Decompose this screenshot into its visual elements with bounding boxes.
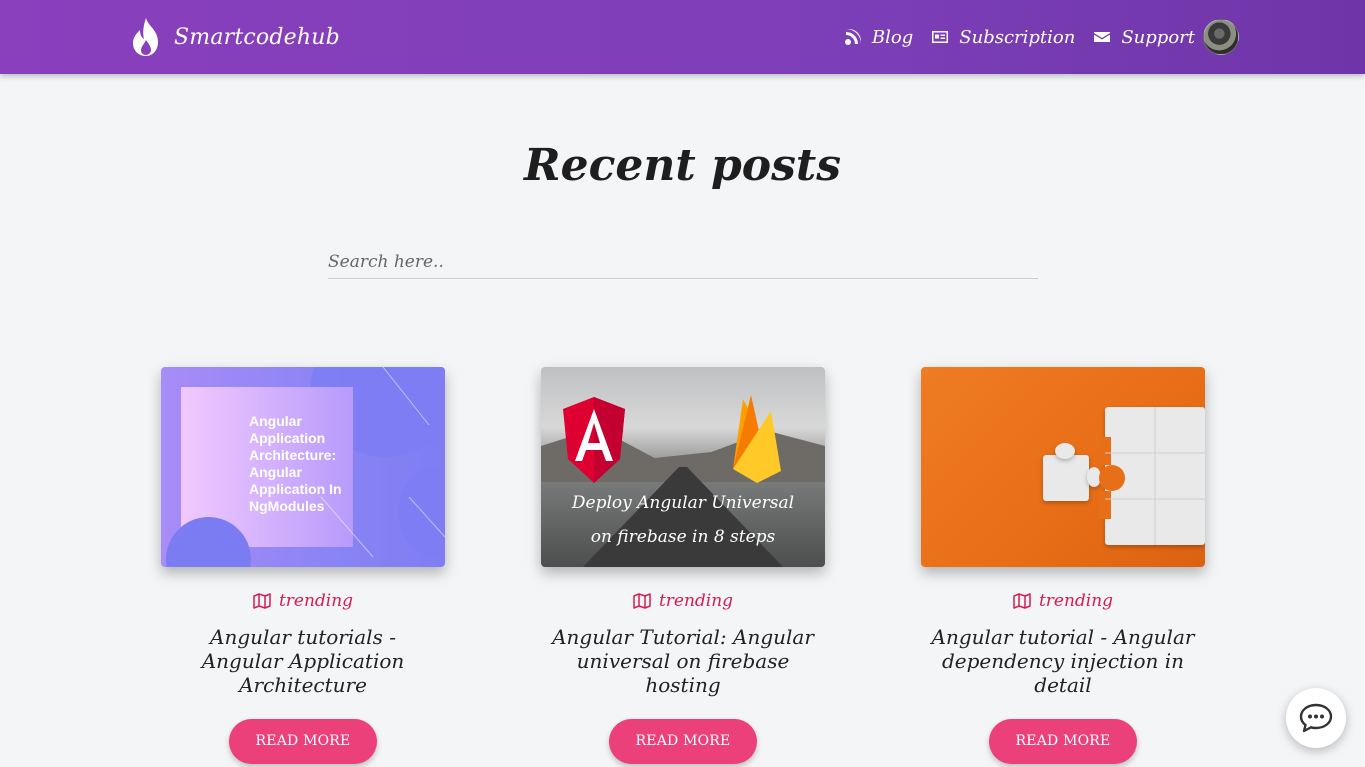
- nav-blog-label: Blog: [871, 26, 914, 48]
- puzzle-piece: [1043, 455, 1089, 501]
- rss-icon: [844, 29, 861, 45]
- read-more-button[interactable]: READ MORE: [609, 719, 757, 764]
- puzzle-lines: [1105, 407, 1205, 545]
- search-input[interactable]: [328, 245, 1038, 279]
- navbar: Smartcodehub Blog Subscription Support: [0, 0, 1365, 74]
- map-icon: [633, 593, 651, 609]
- map-icon: [1013, 593, 1031, 609]
- brand-link[interactable]: Smartcodehub: [128, 16, 340, 58]
- chat-widget-button[interactable]: [1286, 688, 1346, 748]
- thumbnail-caption: Deploy Angular Universal: [571, 493, 795, 513]
- user-avatar[interactable]: [1203, 19, 1239, 55]
- firebase-logo-icon: [733, 395, 781, 483]
- nav-support-label: Support: [1121, 26, 1195, 48]
- map-icon: [253, 593, 271, 609]
- post-tag-label: trending: [658, 591, 734, 611]
- angular-logo-icon: [563, 397, 625, 483]
- nav-subscription[interactable]: Subscription: [931, 27, 1075, 48]
- flame-icon: [133, 18, 158, 56]
- nav-blog[interactable]: Blog: [844, 27, 913, 48]
- post-tag[interactable]: trending: [921, 591, 1205, 611]
- nav-support[interactable]: Support: [1093, 27, 1195, 48]
- post-title[interactable]: Angular tutorial - Angular dependency in…: [929, 625, 1197, 697]
- thumbnail-text: Angular Application Architecture: Angula…: [249, 413, 342, 514]
- post-tag-label: trending: [278, 591, 354, 611]
- post-thumbnail[interactable]: [921, 367, 1205, 567]
- id-card-icon: [932, 31, 949, 43]
- read-more-button[interactable]: READ MORE: [989, 719, 1137, 764]
- post-card: Deploy Angular Universal on firebase in …: [541, 367, 825, 764]
- post-thumbnail[interactable]: Deploy Angular Universal on firebase in …: [541, 367, 825, 567]
- post-card: trending Angular tutorial - Angular depe…: [921, 367, 1205, 764]
- envelope-icon: [1094, 32, 1111, 42]
- read-more-button[interactable]: READ MORE: [229, 719, 377, 764]
- post-tag[interactable]: trending: [161, 591, 445, 611]
- chat-bubble-icon: [1299, 703, 1333, 733]
- brand-name: Smartcodehub: [174, 24, 340, 50]
- post-tag[interactable]: trending: [541, 591, 825, 611]
- nav-links: Blog Subscription Support: [826, 17, 1239, 57]
- page-title: Recent posts: [524, 140, 841, 191]
- thumbnail-caption: on firebase in 8 steps: [590, 527, 776, 547]
- post-title[interactable]: Angular tutorials - Angular Application …: [168, 625, 438, 697]
- nav-subscription-label: Subscription: [959, 26, 1076, 48]
- post-title[interactable]: Angular Tutorial: Angular universal on f…: [552, 625, 814, 697]
- post-tag-label: trending: [1038, 591, 1114, 611]
- puzzle-piece: [1055, 443, 1075, 459]
- post-thumbnail[interactable]: Angular Application Architecture: Angula…: [161, 367, 445, 567]
- post-card: Angular Application Architecture: Angula…: [161, 367, 445, 764]
